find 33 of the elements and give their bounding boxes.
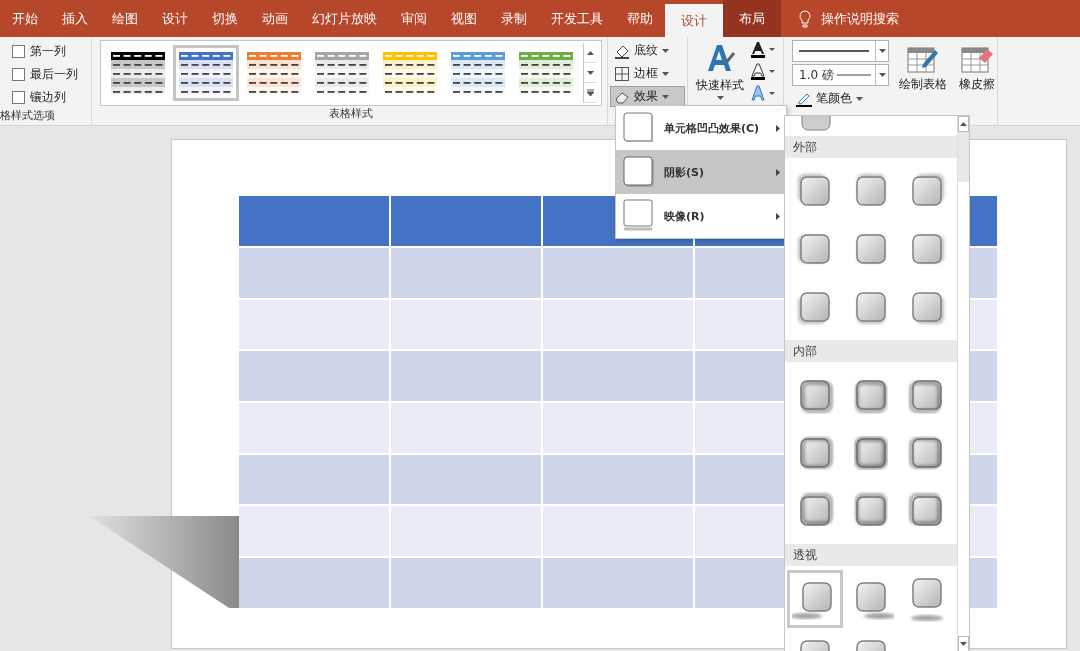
eraser-button[interactable]: 橡皮擦 <box>957 40 997 95</box>
format-button[interactable]: 底纹 <box>610 40 685 61</box>
ribbon-tab[interactable]: 视图 <box>439 0 489 37</box>
group-label: 格样式选项 <box>0 108 56 124</box>
search-label[interactable]: 操作说明搜索 <box>821 9 899 28</box>
ribbon-tab[interactable]: 插入 <box>50 0 100 37</box>
ribbon-tab[interactable]: 设计 <box>665 4 723 37</box>
section-title: 内部 <box>785 340 957 362</box>
ribbon-tab[interactable]: 幻灯片放映 <box>300 0 389 37</box>
checkbox-label: 镶边列 <box>30 88 66 106</box>
menu-item[interactable]: 阴影(S) <box>616 150 786 194</box>
section-title: 外部 <box>785 136 957 158</box>
ribbon-tab[interactable]: 动画 <box>250 0 300 37</box>
section-title: 透视 <box>785 544 957 566</box>
checkbox-label: 最后一列 <box>30 65 78 83</box>
ribbon-tab[interactable]: 布局 <box>723 0 781 37</box>
format-button[interactable]: 效果 <box>610 86 685 107</box>
ribbon-tab[interactable]: 绘图 <box>100 0 150 37</box>
menu-item[interactable]: 映像(R) <box>616 194 786 238</box>
line-weight-field[interactable]: 1.0 磅 <box>792 64 889 86</box>
checkbox-label: 第一列 <box>30 42 66 60</box>
ribbon-tab[interactable]: 开发工具 <box>539 0 615 37</box>
group-label: 表格样式 <box>327 106 374 122</box>
ribbon-tab[interactable]: 帮助 <box>615 0 665 37</box>
ribbon-tab[interactable]: 切换 <box>200 0 250 37</box>
ribbon-tab[interactable]: 设计 <box>150 0 200 37</box>
pen-color-button[interactable]: 笔颜色 <box>792 88 889 109</box>
draw-table-button[interactable]: 绘制表格 <box>897 40 949 95</box>
ribbon-tab[interactable]: 录制 <box>489 0 539 37</box>
format-button[interactable]: 边框 <box>610 63 685 84</box>
ribbon-tab[interactable]: 审阅 <box>389 0 439 37</box>
ribbon-tab[interactable]: 开始 <box>0 0 50 37</box>
menu-item[interactable]: 单元格凹凸效果(C) <box>616 106 786 150</box>
